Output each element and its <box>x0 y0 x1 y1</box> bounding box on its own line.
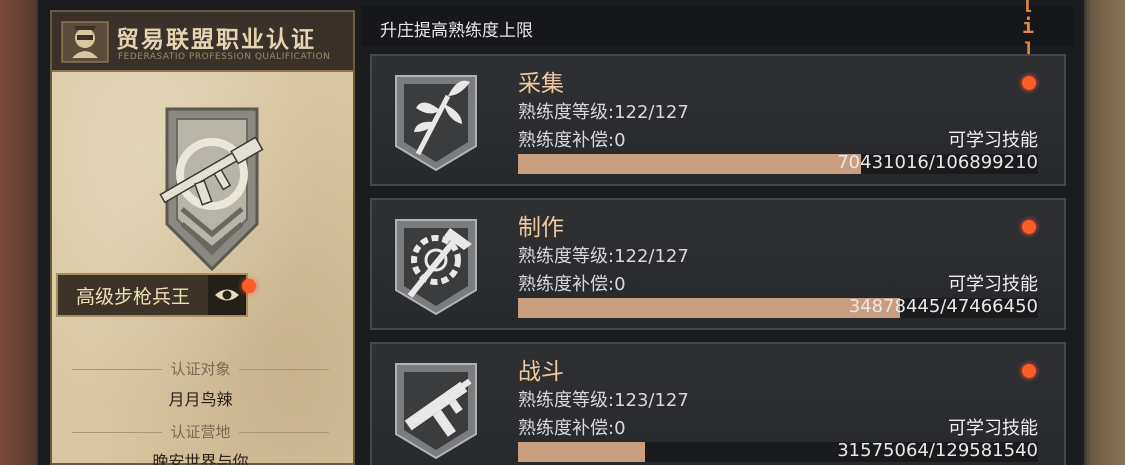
card-level: 熟练度等级:122/127 <box>518 246 689 267</box>
card-level: 熟练度等级:123/127 <box>518 390 689 411</box>
rifle-emblem-icon <box>159 107 264 272</box>
progress-fill <box>518 298 901 318</box>
rank-title-label: 高级步枪兵王 <box>75 285 190 308</box>
proficiency-header: 升庄提高熟练度上限 [ i ] <box>362 0 1074 62</box>
skill-card-gather[interactable]: 采集 熟练度等级:122/127 熟练度补偿:0 可学习技能 70431016/… <box>370 54 1066 186</box>
certification-header: 贸易联盟职业认证 FEDERASATIO PROFESSION QUALIFIC… <box>52 12 353 72</box>
certification-subtitle: FEDERASATIO PROFESSION QUALIFICATION <box>118 52 331 62</box>
notification-dot <box>1022 76 1036 90</box>
progress-bar: 31575064/129581540 <box>518 440 1038 462</box>
learn-skill-link[interactable]: 可学习技能 <box>948 414 1038 440</box>
federation-logo-icon <box>61 21 109 63</box>
info-icon[interactable]: [ i ] <box>1022 0 1056 62</box>
cert-target-value: 月月鸟辣 <box>168 390 233 409</box>
card-compensation: 熟练度补偿:0 <box>518 418 626 439</box>
cert-camp-value: 晚安世界与你 <box>152 452 249 465</box>
progress-text: 34878445/47466450 <box>848 296 1038 317</box>
card-compensation: 熟练度补偿:0 <box>518 130 626 151</box>
card-title: 采集 <box>518 71 564 97</box>
notification-dot <box>1022 364 1036 378</box>
rank-title-button[interactable]: 高级步枪兵王 <box>56 273 248 317</box>
card-compensation: 熟练度补偿:0 <box>518 274 626 295</box>
progress-fill <box>518 154 861 174</box>
notification-dot <box>242 279 256 293</box>
card-title: 制作 <box>518 215 564 241</box>
skill-card-craft[interactable]: 制作 熟练度等级:122/127 熟练度补偿:0 可学习技能 34878445/… <box>370 198 1066 330</box>
proficiency-header-title: 升庄提高熟练度上限 <box>380 21 533 41</box>
learn-skill-link[interactable]: 可学习技能 <box>948 126 1038 152</box>
card-title: 战斗 <box>518 359 564 385</box>
gather-plant-icon <box>395 75 477 172</box>
eye-icon[interactable] <box>208 275 246 315</box>
progress-text: 70431016/106899210 <box>837 152 1038 173</box>
progress-bar: 34878445/47466450 <box>518 296 1038 318</box>
progress-fill <box>518 442 645 462</box>
craft-hammer-gear-icon <box>395 219 477 316</box>
cert-camp-label: 认证营地 <box>50 421 351 442</box>
certification-title: 贸易联盟职业认证 <box>116 26 316 53</box>
combat-smg-icon <box>395 363 477 460</box>
notification-dot <box>1022 220 1036 234</box>
skill-card-combat[interactable]: 战斗 熟练度等级:123/127 熟练度补偿:0 可学习技能 31575064/… <box>370 342 1066 465</box>
progress-bar: 70431016/106899210 <box>518 152 1038 174</box>
cert-target-label: 认证对象 <box>50 358 351 379</box>
learn-skill-link[interactable]: 可学习技能 <box>948 270 1038 296</box>
progress-text: 31575064/129581540 <box>837 440 1038 461</box>
card-level: 熟练度等级:122/127 <box>518 102 689 123</box>
